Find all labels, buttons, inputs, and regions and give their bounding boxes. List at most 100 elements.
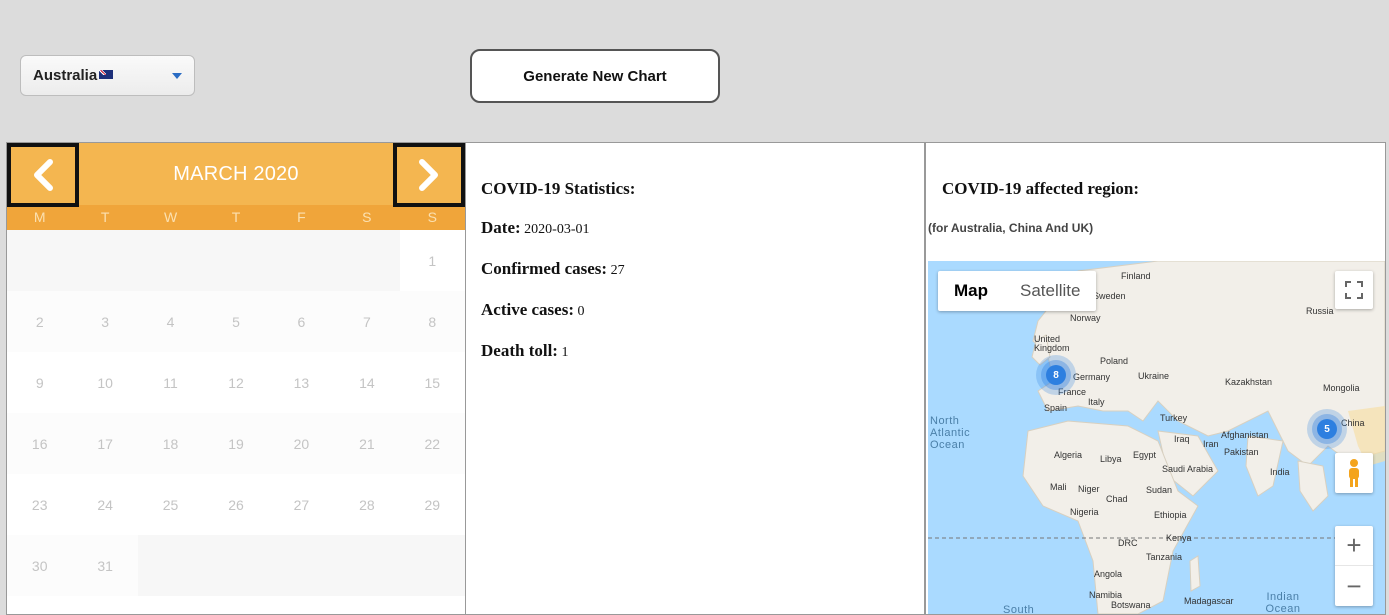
calendar-day[interactable]: 23: [7, 474, 72, 535]
ocean-label: Indian Ocean: [1265, 591, 1301, 614]
calendar-day[interactable]: 22: [399, 413, 465, 474]
map-label: Mali: [1050, 482, 1067, 492]
calendar-empty-cell: [137, 230, 204, 291]
map-label: Saudi Arabia: [1162, 464, 1214, 474]
calendar-day[interactable]: 16: [7, 413, 73, 474]
weekday-label: M: [33, 209, 46, 225]
calendar-day[interactable]: 20: [268, 413, 335, 474]
map-label: Ukraine: [1138, 371, 1170, 381]
weekday-label: T: [231, 209, 241, 225]
stat-active: Active cases: 0: [481, 300, 924, 320]
calendar-day[interactable]: 12: [203, 352, 268, 413]
fullscreen-button[interactable]: [1335, 271, 1373, 309]
calendar-empty-cell: [137, 535, 204, 596]
stat-active-label: Active cases:: [481, 300, 574, 319]
chevron-right-icon: [419, 159, 438, 191]
calendar-day[interactable]: 3: [72, 291, 138, 352]
calendar-empty-cell: [334, 535, 400, 596]
map-label: India: [1270, 467, 1290, 477]
stat-deaths-label: Death toll:: [481, 341, 558, 360]
calendar-day[interactable]: 5: [203, 291, 269, 352]
calendar-day[interactable]: 29: [400, 474, 465, 535]
calendar: MARCH 2020 M T W T F S S 1 2 3 4 5 6 7 8 9 10 11 12…: [6, 142, 466, 615]
stat-date-value: 2020-03-01: [524, 222, 590, 237]
calendar-day[interactable]: 30: [7, 535, 73, 596]
calendar-day[interactable]: 10: [72, 352, 137, 413]
stat-date: Date: 2020-03-01: [481, 218, 924, 238]
prev-month-button[interactable]: [7, 143, 79, 207]
zoom-in-button[interactable]: +: [1335, 526, 1373, 566]
zoom-out-button[interactable]: −: [1335, 566, 1373, 606]
cluster-count: 5: [1317, 419, 1337, 439]
map-label: Namibia: [1089, 590, 1123, 600]
stats-panel: COVID-19 Statistics: Date: 2020-03-01 Co…: [466, 142, 925, 615]
ocean-label: North Atlantic Ocean: [930, 415, 971, 451]
ocean-label: South: [1003, 604, 1035, 614]
map-label: Sudan: [1146, 485, 1173, 495]
calendar-day[interactable]: 24: [72, 474, 137, 535]
map-label: Kazakhstan: [1225, 377, 1273, 387]
calendar-day[interactable]: 21: [334, 413, 400, 474]
world-map[interactable]: Finland Sweden Norway Russia United King…: [928, 261, 1385, 614]
stat-confirmed: Confirmed cases: 27: [481, 259, 924, 279]
china-cluster-marker[interactable]: 5: [1307, 409, 1347, 449]
calendar-empty-cell: [399, 535, 465, 596]
map-label: Tanzania: [1146, 552, 1183, 562]
calendar-day[interactable]: 31: [72, 535, 138, 596]
calendar-empty-cell: [203, 230, 269, 291]
calendar-grid: 1 2 3 4 5 6 7 8 9 10 11 12 13 14 15 16 17 18 19 20 21 22 23 24 2…: [7, 230, 465, 596]
street-view-button[interactable]: [1335, 453, 1373, 493]
calendar-day[interactable]: 25: [138, 474, 203, 535]
map-type-satellite-button[interactable]: Satellite: [1004, 271, 1096, 311]
calendar-day[interactable]: 9: [7, 352, 72, 413]
calendar-header: MARCH 2020: [7, 143, 465, 207]
stat-confirmed-label: Confirmed cases:: [481, 259, 608, 278]
map-label: Kenya: [1166, 533, 1192, 543]
country-select[interactable]: Australia: [20, 55, 195, 96]
calendar-day[interactable]: 18: [137, 413, 204, 474]
europe-cluster-marker[interactable]: 8: [1036, 355, 1076, 395]
map-label: Italy: [1088, 397, 1105, 407]
calendar-day[interactable]: 7: [334, 291, 400, 352]
calendar-day[interactable]: 8: [399, 291, 465, 352]
calendar-day[interactable]: 19: [203, 413, 269, 474]
stats-heading: COVID-19 Statistics:: [481, 179, 636, 198]
calendar-empty-cell: [203, 535, 269, 596]
stat-deaths: Death toll: 1: [481, 341, 924, 361]
calendar-day[interactable]: 26: [203, 474, 268, 535]
calendar-day[interactable]: 15: [400, 352, 465, 413]
map-label: Botswana: [1111, 600, 1151, 610]
region-panel: COVID-19 affected region: (for Australia…: [925, 142, 1386, 615]
region-heading: COVID-19 affected region:: [942, 179, 1140, 198]
calendar-day[interactable]: 28: [334, 474, 399, 535]
map-label: Libya: [1100, 454, 1122, 464]
map-label: Norway: [1070, 313, 1101, 323]
map-label: Mongolia: [1323, 383, 1360, 393]
generate-chart-button[interactable]: Generate New Chart: [470, 49, 720, 103]
calendar-day[interactable]: 6: [268, 291, 335, 352]
stat-date-label: Date:: [481, 218, 521, 237]
map-label: Nigeria: [1070, 507, 1099, 517]
chevron-down-icon: [172, 73, 182, 79]
map-label: Niger: [1078, 484, 1100, 494]
next-month-button[interactable]: [393, 143, 465, 207]
calendar-day[interactable]: 27: [269, 474, 334, 535]
fullscreen-icon: [1345, 281, 1363, 299]
map-label: Pakistan: [1224, 447, 1259, 457]
country-select-value: Australia: [33, 67, 98, 84]
zoom-control: + −: [1335, 526, 1373, 606]
map-label: Iraq: [1174, 434, 1190, 444]
map-label: DRC: [1118, 538, 1138, 548]
calendar-day[interactable]: 2: [7, 291, 73, 352]
calendar-empty-cell: [268, 535, 335, 596]
weekday-label: S: [362, 209, 372, 225]
map-type-map-button[interactable]: Map: [938, 271, 1004, 311]
calendar-empty-cell: [7, 230, 73, 291]
calendar-day[interactable]: 14: [334, 352, 399, 413]
calendar-day[interactable]: 4: [137, 291, 204, 352]
calendar-day[interactable]: 13: [269, 352, 334, 413]
calendar-day[interactable]: 11: [138, 352, 203, 413]
calendar-day[interactable]: 1: [400, 230, 465, 291]
calendar-day[interactable]: 17: [72, 413, 138, 474]
map-type-toggle: Map Satellite: [938, 271, 1097, 311]
